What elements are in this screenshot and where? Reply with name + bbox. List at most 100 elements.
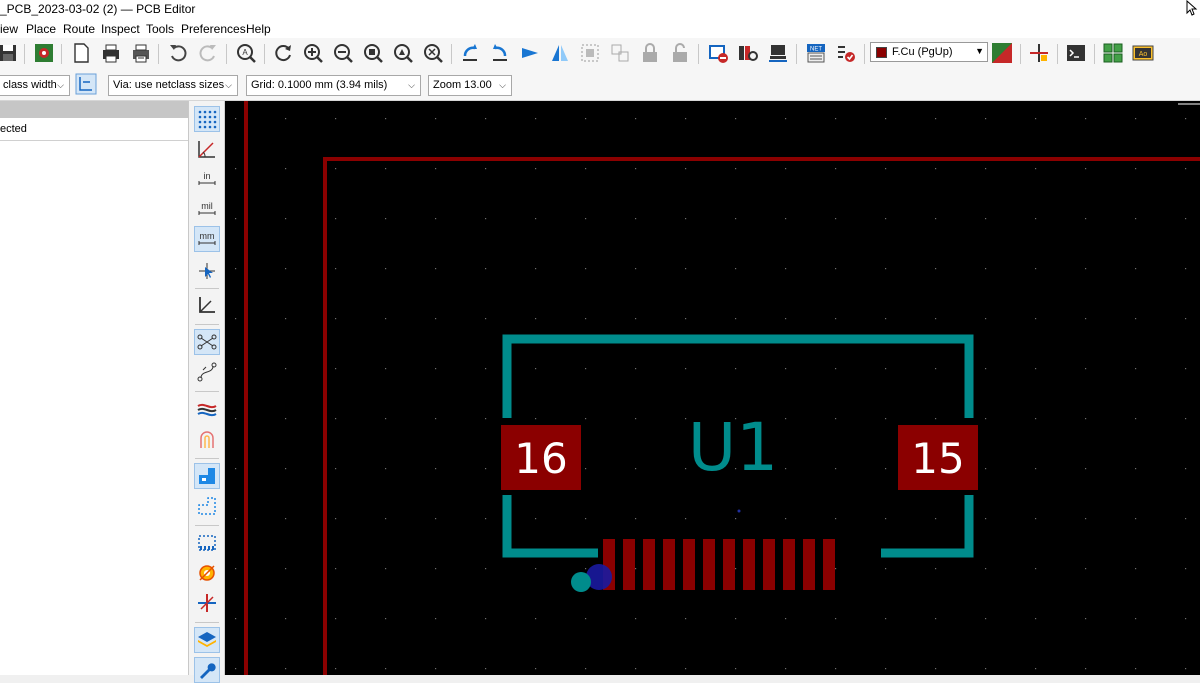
- grid-dot: [735, 618, 737, 620]
- grid-dot: [935, 368, 937, 370]
- cursor-shape-icon[interactable]: [194, 258, 220, 284]
- fine-pitch-pad[interactable]: [683, 539, 695, 590]
- print-icon[interactable]: [99, 41, 123, 65]
- track-display-icon[interactable]: [194, 590, 220, 616]
- local-origin-icon[interactable]: [194, 292, 220, 318]
- grid-toggle-icon[interactable]: [194, 106, 220, 132]
- fine-pitch-pad[interactable]: [803, 539, 815, 590]
- grid-dot: [785, 168, 787, 170]
- pcb-canvas[interactable]: U1 16 15: [225, 101, 1200, 675]
- netlist-icon[interactable]: NET: [804, 41, 828, 65]
- grid-dot: [435, 468, 437, 470]
- plugin-grid-icon[interactable]: [1101, 41, 1125, 65]
- pad-outline-icon[interactable]: [194, 530, 220, 556]
- zoom-out-icon[interactable]: [331, 41, 355, 65]
- via-size-dropdown[interactable]: Via: use netclass sizes ⌵: [108, 75, 238, 96]
- grid-dot: [785, 318, 787, 320]
- grid-dot: [835, 468, 837, 470]
- grid-dot: [1035, 568, 1037, 570]
- save-icon[interactable]: [0, 41, 20, 65]
- grid-dot: [485, 218, 487, 220]
- track-width-dropdown[interactable]: class width ⌵: [0, 75, 70, 96]
- fine-pitch-pad[interactable]: [763, 539, 775, 590]
- zoom-in-icon[interactable]: [301, 41, 325, 65]
- menu-tools[interactable]: Tools: [146, 22, 174, 36]
- zone-fill-icon[interactable]: [194, 463, 220, 489]
- units-mil-icon[interactable]: mil: [194, 196, 220, 222]
- grid-dot: [335, 668, 337, 670]
- fine-pitch-pad[interactable]: [723, 539, 735, 590]
- menu-inspect[interactable]: Inspect: [101, 22, 140, 36]
- toolbar-separator: [158, 44, 159, 64]
- grid-dot: [735, 218, 737, 220]
- footprint-library-icon[interactable]: [736, 41, 760, 65]
- layers-manager-icon[interactable]: [194, 627, 220, 653]
- layer-selector[interactable]: F.Cu (PgUp) ▼: [870, 42, 988, 62]
- layer-pair-icon[interactable]: [990, 41, 1014, 65]
- ungroup-icon[interactable]: [608, 41, 632, 65]
- zoom-fit-icon[interactable]: [361, 41, 385, 65]
- ratsnest-icon[interactable]: [194, 329, 220, 355]
- fine-pitch-pad[interactable]: [823, 539, 835, 590]
- grid-dot: [585, 218, 587, 220]
- grid-dot: [885, 518, 887, 520]
- menu-preferences[interactable]: Preferences: [181, 22, 246, 36]
- page-settings-icon[interactable]: [69, 41, 93, 65]
- update-pcb-icon[interactable]: [706, 41, 730, 65]
- board-setup-icon[interactable]: [32, 41, 56, 65]
- menu-view[interactable]: iew: [0, 22, 18, 36]
- zoom-selection-icon[interactable]: [421, 41, 445, 65]
- rotate-cw-icon[interactable]: [488, 41, 512, 65]
- grid-dot: [285, 218, 287, 220]
- units-inch-icon[interactable]: in: [194, 166, 220, 192]
- highlight-net-icon[interactable]: [1027, 41, 1051, 65]
- unlock-icon[interactable]: [668, 41, 692, 65]
- fine-pitch-pad[interactable]: [703, 539, 715, 590]
- group-icon[interactable]: [578, 41, 602, 65]
- curved-ratsnest-icon[interactable]: [194, 359, 220, 385]
- grid-dot: [785, 368, 787, 370]
- grid-dot: [385, 468, 387, 470]
- grid-dot: [985, 218, 987, 220]
- wrench-icon[interactable]: [194, 657, 220, 683]
- redo-icon[interactable]: [196, 41, 220, 65]
- component-reference[interactable]: U1: [688, 409, 778, 486]
- grid-dropdown[interactable]: Grid: 0.1000 mm (3.94 mils) ⌵: [246, 75, 421, 96]
- grid-dot: [1085, 668, 1087, 670]
- scripting-console-icon[interactable]: [1064, 41, 1088, 65]
- undo-icon[interactable]: [166, 41, 190, 65]
- fine-pitch-pad[interactable]: [623, 539, 635, 590]
- zoom-objects-icon[interactable]: [391, 41, 415, 65]
- fine-pitch-pad[interactable]: [743, 539, 755, 590]
- units-mm-icon[interactable]: mm: [194, 226, 220, 252]
- fine-pitch-pad[interactable]: [663, 539, 675, 590]
- zoom-dropdown[interactable]: Zoom 13.00 ⌵: [428, 75, 512, 96]
- net-color-icon[interactable]: [194, 426, 220, 452]
- grid-dot: [1185, 568, 1187, 570]
- menu-route[interactable]: Route: [63, 22, 95, 36]
- rotate-ccw-icon[interactable]: [458, 41, 482, 65]
- polar-coordinates-icon[interactable]: [194, 136, 220, 162]
- find-icon[interactable]: A: [234, 41, 258, 65]
- grid-dot: [285, 118, 287, 120]
- via-display-icon[interactable]: [194, 560, 220, 586]
- flip-icon[interactable]: [518, 41, 542, 65]
- drc-icon[interactable]: [834, 41, 858, 65]
- lock-icon[interactable]: [638, 41, 662, 65]
- grid-dot: [685, 318, 687, 320]
- fine-pitch-pad[interactable]: [783, 539, 795, 590]
- fine-pitch-pad[interactable]: [643, 539, 655, 590]
- mirror-icon[interactable]: [548, 41, 572, 65]
- footprint-editor-icon[interactable]: [766, 41, 790, 65]
- zone-outline-icon[interactable]: [194, 493, 220, 519]
- grid-dot: [235, 368, 237, 370]
- menu-help[interactable]: Help: [246, 22, 271, 36]
- high-contrast-icon[interactable]: [194, 396, 220, 422]
- refresh-icon[interactable]: [271, 41, 295, 65]
- plot-icon[interactable]: [129, 41, 153, 65]
- auto-track-width-icon[interactable]: [74, 72, 98, 96]
- grid-dot: [1135, 418, 1137, 420]
- grid-dot: [385, 168, 387, 170]
- plugin-text-icon[interactable]: Ao: [1131, 41, 1155, 65]
- menu-place[interactable]: Place: [26, 22, 56, 36]
